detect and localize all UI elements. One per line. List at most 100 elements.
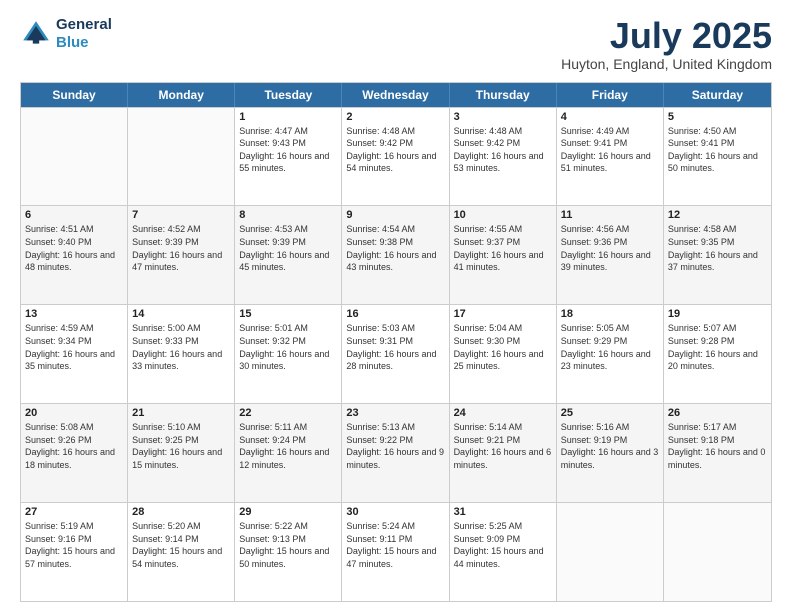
header: General Blue July 2025 Huyton, England, …	[20, 16, 772, 72]
calendar-cell: 8Sunrise: 4:53 AM Sunset: 9:39 PM Daylig…	[235, 206, 342, 304]
cell-text: Sunrise: 5:03 AM Sunset: 9:31 PM Dayligh…	[346, 322, 444, 372]
weekday-header-thursday: Thursday	[450, 83, 557, 107]
weekday-header-sunday: Sunday	[21, 83, 128, 107]
calendar-cell: 6 Sunrise: 4:51 AM Sunset: 9:40 PM Daylig…	[21, 206, 128, 304]
calendar-cell: 24 Sunrise: 5:14 AM Sunset: 9:21 PM Dayli…	[450, 404, 557, 502]
calendar-cell: 12Sunrise: 4:58 AM Sunset: 9:35 PM Dayli…	[664, 206, 771, 304]
calendar-cell	[664, 503, 771, 601]
cell-text: Sunrise: 5:07 AM Sunset: 9:28 PM Dayligh…	[668, 322, 767, 372]
calendar-cell: 26Sunrise: 5:17 AM Sunset: 9:18 PM Dayli…	[664, 404, 771, 502]
weekday-header-monday: Monday	[128, 83, 235, 107]
cell-text: Sunrise: 5:11 AM Sunset: 9:24 PM Dayligh…	[239, 421, 337, 471]
weekday-header-saturday: Saturday	[664, 83, 771, 107]
calendar-cell: 23 Sunrise: 5:13 AM Sunset: 9:22 PM Dayli…	[342, 404, 449, 502]
day-number: 28	[132, 506, 230, 518]
cell-text: Sunrise: 4:53 AM Sunset: 9:39 PM Dayligh…	[239, 223, 337, 273]
day-number: 30	[346, 506, 444, 518]
calendar-cell	[557, 503, 664, 601]
day-number: 27	[25, 506, 123, 518]
cell-text: Sunrise: 5:22 AM Sunset: 9:13 PM Dayligh…	[239, 520, 337, 570]
day-number: 18	[561, 308, 659, 320]
calendar-cell: 22 Sunrise: 5:11 AM Sunset: 9:24 PM Dayli…	[235, 404, 342, 502]
day-number: 10	[454, 209, 552, 221]
day-number: 16	[346, 308, 444, 320]
day-number: 31	[454, 506, 552, 518]
calendar-cell: 18 Sunrise: 5:05 AM Sunset: 9:29 PM Dayli…	[557, 305, 664, 403]
logo-text: General Blue	[56, 16, 112, 52]
calendar-cell: 17 Sunrise: 5:04 AM Sunset: 9:30 PM Dayli…	[450, 305, 557, 403]
cell-text: Sunrise: 4:55 AM Sunset: 9:37 PM Dayligh…	[454, 223, 552, 273]
calendar-cell: 31 Sunrise: 5:25 AM Sunset: 9:09 PM Dayli…	[450, 503, 557, 601]
calendar-cell: 27 Sunrise: 5:19 AM Sunset: 9:16 PM Dayli…	[21, 503, 128, 601]
calendar-cell: 25Sunrise: 5:16 AM Sunset: 9:19 PM Dayli…	[557, 404, 664, 502]
day-number: 21	[132, 407, 230, 419]
logo-line1: General	[56, 16, 112, 34]
cell-text: Sunrise: 5:13 AM Sunset: 9:22 PM Dayligh…	[346, 421, 444, 471]
calendar-header: SundayMondayTuesdayWednesdayThursdayFrid…	[21, 83, 771, 107]
cell-text: Sunrise: 5:20 AM Sunset: 9:14 PM Dayligh…	[132, 520, 230, 570]
day-number: 6	[25, 209, 123, 221]
cell-text: Sunrise: 5:04 AM Sunset: 9:30 PM Dayligh…	[454, 322, 552, 372]
day-number: 24	[454, 407, 552, 419]
logo-icon	[20, 18, 52, 50]
cell-text: Sunrise: 4:54 AM Sunset: 9:38 PM Dayligh…	[346, 223, 444, 273]
day-number: 15	[239, 308, 337, 320]
cell-text: Sunrise: 5:08 AM Sunset: 9:26 PM Dayligh…	[25, 421, 123, 471]
day-number: 9	[346, 209, 444, 221]
day-number: 3	[454, 111, 552, 123]
cell-text: Sunrise: 5:24 AM Sunset: 9:11 PM Dayligh…	[346, 520, 444, 570]
cell-text: Sunrise: 5:25 AM Sunset: 9:09 PM Dayligh…	[454, 520, 552, 570]
page: General Blue July 2025 Huyton, England, …	[0, 0, 792, 612]
day-number: 1	[239, 111, 337, 123]
weekday-header-friday: Friday	[557, 83, 664, 107]
cell-text: Sunrise: 4:51 AM Sunset: 9:40 PM Dayligh…	[25, 223, 123, 273]
calendar-row-1: 6 Sunrise: 4:51 AM Sunset: 9:40 PM Daylig…	[21, 205, 771, 304]
logo-line2: Blue	[56, 34, 112, 52]
calendar-cell: 16 Sunrise: 5:03 AM Sunset: 9:31 PM Dayli…	[342, 305, 449, 403]
cell-text: Sunrise: 4:47 AM Sunset: 9:43 PM Dayligh…	[239, 125, 337, 175]
calendar-cell	[128, 108, 235, 206]
calendar-cell: 21Sunrise: 5:10 AM Sunset: 9:25 PM Dayli…	[128, 404, 235, 502]
day-number: 22	[239, 407, 337, 419]
cell-text: Sunrise: 5:14 AM Sunset: 9:21 PM Dayligh…	[454, 421, 552, 471]
day-number: 17	[454, 308, 552, 320]
cell-text: Sunrise: 5:17 AM Sunset: 9:18 PM Dayligh…	[668, 421, 767, 471]
weekday-header-tuesday: Tuesday	[235, 83, 342, 107]
day-number: 14	[132, 308, 230, 320]
calendar-cell: 28 Sunrise: 5:20 AM Sunset: 9:14 PM Dayli…	[128, 503, 235, 601]
calendar-cell: 30 Sunrise: 5:24 AM Sunset: 9:11 PM Dayli…	[342, 503, 449, 601]
cell-text: Sunrise: 4:59 AM Sunset: 9:34 PM Dayligh…	[25, 322, 123, 372]
cell-text: Sunrise: 5:01 AM Sunset: 9:32 PM Dayligh…	[239, 322, 337, 372]
day-number: 23	[346, 407, 444, 419]
weekday-header-wednesday: Wednesday	[342, 83, 449, 107]
day-number: 5	[668, 111, 767, 123]
month-title: July 2025	[561, 16, 772, 56]
cell-text: Sunrise: 4:48 AM Sunset: 9:42 PM Dayligh…	[454, 125, 552, 175]
day-number: 7	[132, 209, 230, 221]
calendar: SundayMondayTuesdayWednesdayThursdayFrid…	[20, 82, 772, 602]
day-number: 29	[239, 506, 337, 518]
cell-text: Sunrise: 4:49 AM Sunset: 9:41 PM Dayligh…	[561, 125, 659, 175]
day-number: 11	[561, 209, 659, 221]
cell-text: Sunrise: 5:19 AM Sunset: 9:16 PM Dayligh…	[25, 520, 123, 570]
calendar-row-4: 27 Sunrise: 5:19 AM Sunset: 9:16 PM Dayli…	[21, 502, 771, 601]
calendar-cell: 7 Sunrise: 4:52 AM Sunset: 9:39 PM Daylig…	[128, 206, 235, 304]
calendar-cell: 20 Sunrise: 5:08 AM Sunset: 9:26 PM Dayli…	[21, 404, 128, 502]
day-number: 20	[25, 407, 123, 419]
calendar-cell: 4 Sunrise: 4:49 AM Sunset: 9:41 PM Daylig…	[557, 108, 664, 206]
calendar-cell	[21, 108, 128, 206]
calendar-cell: 14 Sunrise: 5:00 AM Sunset: 9:33 PM Dayli…	[128, 305, 235, 403]
cell-text: Sunrise: 4:58 AM Sunset: 9:35 PM Dayligh…	[668, 223, 767, 273]
logo: General Blue	[20, 16, 112, 52]
cell-text: Sunrise: 5:00 AM Sunset: 9:33 PM Dayligh…	[132, 322, 230, 372]
location: Huyton, England, United Kingdom	[561, 56, 772, 72]
cell-text: Sunrise: 4:52 AM Sunset: 9:39 PM Dayligh…	[132, 223, 230, 273]
cell-text: Sunrise: 5:05 AM Sunset: 9:29 PM Dayligh…	[561, 322, 659, 372]
calendar-cell: 5Sunrise: 4:50 AM Sunset: 9:41 PM Daylig…	[664, 108, 771, 206]
cell-text: Sunrise: 4:48 AM Sunset: 9:42 PM Dayligh…	[346, 125, 444, 175]
calendar-body: 1 Sunrise: 4:47 AM Sunset: 9:43 PM Daylig…	[21, 107, 771, 601]
day-number: 4	[561, 111, 659, 123]
calendar-cell: 19Sunrise: 5:07 AM Sunset: 9:28 PM Dayli…	[664, 305, 771, 403]
cell-text: Sunrise: 5:16 AM Sunset: 9:19 PM Dayligh…	[561, 421, 659, 471]
calendar-row-2: 13Sunrise: 4:59 AM Sunset: 9:34 PM Dayli…	[21, 304, 771, 403]
